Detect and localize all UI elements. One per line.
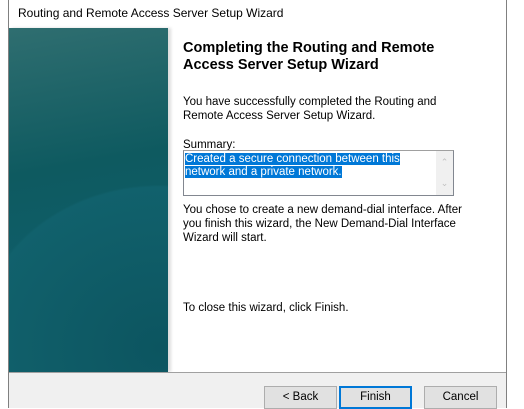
page-title: Completing the Routing and Remote Access…: [183, 40, 435, 73]
back-button[interactable]: < Back: [264, 386, 337, 409]
chevron-up-icon[interactable]: ⌃: [436, 157, 453, 168]
cancel-button[interactable]: Cancel: [424, 386, 497, 409]
intro-text: You have successfully completed the Rout…: [183, 96, 437, 122]
button-bar: < Back Finish Cancel: [9, 372, 506, 409]
summary-scrollbar[interactable]: ⌃ ⌄: [436, 151, 453, 195]
chevron-down-icon[interactable]: ⌄: [436, 178, 453, 189]
wizard-window: Routing and Remote Access Server Setup W…: [8, 0, 507, 409]
summary-text: Created a secure connection between this…: [185, 153, 400, 178]
finish-button[interactable]: Finish: [339, 386, 412, 409]
wizard-side-banner: [9, 28, 168, 372]
close-hint: To close this wizard, click Finish.: [183, 302, 349, 314]
info-text: You chose to create a new demand-dial in…: [183, 204, 462, 244]
window-title: Routing and Remote Access Server Setup W…: [18, 6, 284, 20]
content-area: Completing the Routing and Remote Access…: [183, 40, 483, 152]
summary-textbox[interactable]: Created a secure connection between this…: [183, 150, 454, 196]
